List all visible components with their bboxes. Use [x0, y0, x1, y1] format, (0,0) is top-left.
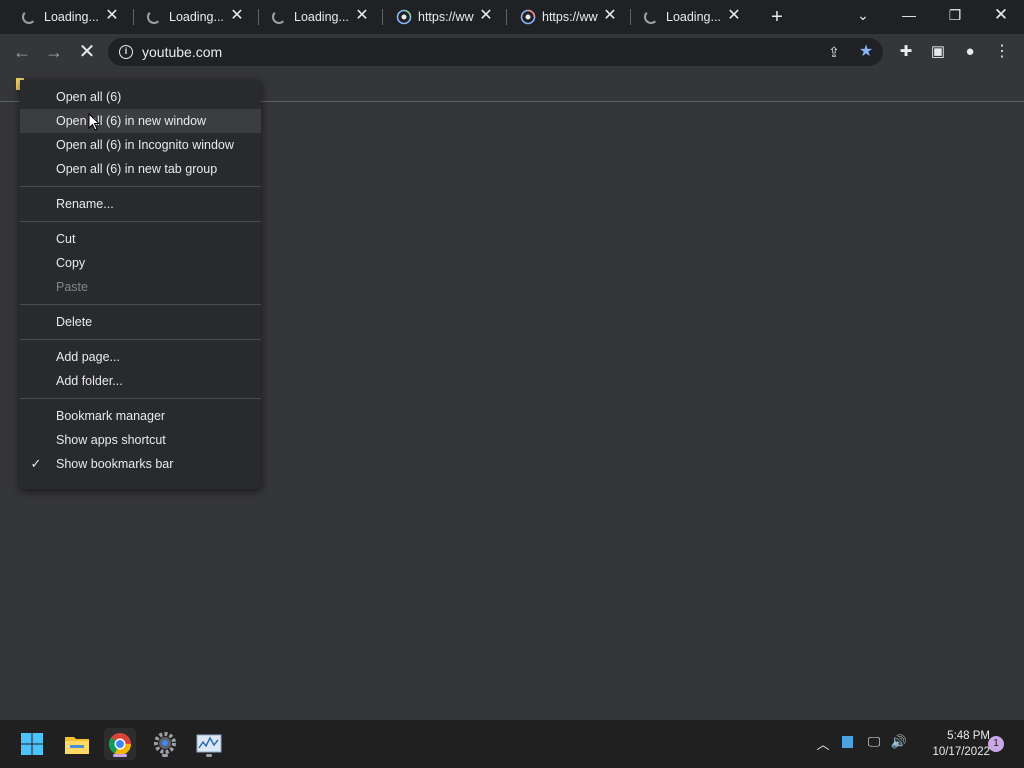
forward-arrow-icon[interactable]: →	[42, 40, 66, 64]
menu-item-label: Paste	[56, 280, 88, 294]
volume-icon[interactable]: 🔊	[888, 734, 910, 754]
notification-badge[interactable]: 1	[988, 736, 1004, 752]
share-icon[interactable]: ⇪	[822, 40, 846, 64]
loading-spinner-icon	[272, 10, 286, 24]
settings-taskbar-button[interactable]	[149, 728, 181, 760]
file-explorer-icon[interactable]	[61, 728, 93, 760]
menu-item-label: Show apps shortcut	[56, 433, 166, 447]
stop-loading-icon[interactable]: ✕	[75, 40, 99, 64]
address-bar[interactable]: i youtube.com ⇪ ★	[108, 38, 883, 66]
tab-close-icon[interactable]: ✕	[479, 8, 493, 24]
menu-item-open-all-tab-group[interactable]: Open all (6) in new tab group	[20, 157, 261, 181]
profile-avatar-icon[interactable]: ●	[958, 40, 982, 64]
loading-spinner-icon	[22, 10, 36, 24]
menu-item-label: Add page...	[56, 350, 120, 364]
tab-title: Loading...	[169, 10, 224, 24]
tray-app-icon[interactable]	[838, 734, 856, 754]
tab-close-icon[interactable]: ✕	[727, 8, 741, 24]
restore-button[interactable]: ❐	[941, 4, 969, 26]
menu-item-rename[interactable]: Rename...	[20, 192, 261, 216]
menu-item-label: Add folder...	[56, 374, 123, 388]
checkmark-icon: ✓	[30, 456, 42, 471]
mouse-cursor-icon	[88, 113, 100, 131]
tab-title: Loading...	[666, 10, 721, 24]
loading-spinner-icon	[147, 10, 161, 24]
site-info-icon[interactable]: i	[119, 45, 133, 59]
chrome-taskbar-button[interactable]	[104, 728, 136, 760]
tab-6[interactable]: Loading... ✕	[622, 0, 746, 34]
menu-item-label: Copy	[56, 256, 86, 270]
browser-toolbar: ← → ✕ i youtube.com ⇪ ★ ✚ ▣ ● ⋮	[0, 34, 1024, 70]
extensions-puzzle-icon[interactable]: ✚	[894, 40, 918, 64]
menu-divider	[20, 186, 261, 187]
menu-item-label: Show bookmarks bar	[56, 457, 174, 471]
running-indicator	[162, 754, 168, 757]
clock-time: 5:48 PM	[947, 730, 990, 742]
menu-item-open-all-new-window[interactable]: Open all (6) in new window	[20, 109, 261, 133]
menu-divider	[20, 221, 261, 222]
menu-item-label: Cut	[56, 232, 76, 246]
back-arrow-icon[interactable]: ←	[10, 40, 34, 64]
menu-item-add-folder[interactable]: Add folder...	[20, 369, 261, 393]
google-favicon-icon	[520, 9, 536, 25]
windows-taskbar: ︿ 🖵 🔊 5:48 PM 10/17/2022	[0, 720, 1024, 768]
menu-item-delete[interactable]: Delete	[20, 310, 261, 334]
title-bar: Loading... ✕ Loading... ✕ Loading... ✕ h…	[0, 0, 1024, 34]
side-panel-icon[interactable]: ▣	[926, 40, 950, 64]
loading-spinner-icon	[644, 10, 658, 24]
menu-item-show-bookmarks-bar[interactable]: ✓ Show bookmarks bar	[20, 452, 261, 476]
menu-item-bookmark-manager[interactable]: Bookmark manager	[20, 404, 261, 428]
tab-title: https://www.google.com	[542, 10, 598, 24]
menu-item-label: Open all (6)	[56, 90, 122, 104]
menu-divider	[20, 304, 261, 305]
network-icon[interactable]: 🖵	[864, 734, 884, 754]
menu-item-label: Open all (6) in new tab group	[56, 162, 218, 176]
tab-1[interactable]: Loading... ✕	[0, 0, 124, 34]
new-tab-button[interactable]: +	[766, 6, 788, 28]
tab-5[interactable]: https://www.google.com ✕	[498, 0, 622, 34]
menu-item-label: Open all (6) in new window	[56, 114, 207, 128]
system-clock[interactable]: 5:48 PM 10/17/2022	[915, 728, 990, 760]
tab-4[interactable]: https://www.google.com ✕	[374, 0, 498, 34]
menu-item-paste: Paste	[20, 275, 261, 299]
menu-item-label: Bookmark manager	[56, 409, 166, 423]
minimize-button[interactable]: —	[895, 4, 923, 26]
menu-item-open-all-incognito[interactable]: Open all (6) in Incognito window	[20, 133, 261, 157]
google-favicon-icon	[396, 9, 412, 25]
clock-date: 10/17/2022	[932, 746, 990, 758]
bookmark-context-menu: Open all (6) Open all (6) in new window …	[20, 80, 261, 489]
menu-item-open-all[interactable]: Open all (6)	[20, 85, 261, 109]
windows-start-icon[interactable]	[16, 728, 48, 760]
menu-item-copy[interactable]: Copy	[20, 251, 261, 275]
menu-item-label: Rename...	[56, 197, 114, 211]
menu-item-cut[interactable]: Cut	[20, 227, 261, 251]
tab-title: Loading...	[294, 10, 349, 24]
tab-title: https://www.google.com	[418, 10, 474, 24]
bookmark-star-icon[interactable]: ★	[854, 40, 878, 64]
tab-3[interactable]: Loading... ✕	[250, 0, 374, 34]
tab-close-icon[interactable]: ✕	[355, 8, 369, 24]
url-text[interactable]: youtube.com	[142, 44, 222, 60]
tab-search-chevron-icon[interactable]: ⌄	[849, 4, 877, 26]
show-hidden-icons-chevron[interactable]: ︿	[814, 734, 832, 754]
active-indicator	[113, 754, 127, 757]
tab-close-icon[interactable]: ✕	[105, 8, 119, 24]
tab-title: Loading...	[44, 10, 99, 24]
close-window-button[interactable]: ✕	[987, 4, 1015, 26]
more-menu-icon[interactable]: ⋮	[990, 40, 1014, 64]
tab-2[interactable]: Loading... ✕	[125, 0, 249, 34]
running-indicator	[206, 754, 212, 757]
menu-item-add-page[interactable]: Add page...	[20, 345, 261, 369]
menu-divider	[20, 398, 261, 399]
menu-item-show-apps-shortcut[interactable]: Show apps shortcut	[20, 428, 261, 452]
tab-close-icon[interactable]: ✕	[230, 8, 244, 24]
menu-divider	[20, 339, 261, 340]
monitor-taskbar-button[interactable]	[193, 728, 225, 760]
menu-item-label: Open all (6) in Incognito window	[56, 138, 234, 152]
tab-close-icon[interactable]: ✕	[603, 8, 617, 24]
menu-item-label: Delete	[56, 315, 93, 329]
